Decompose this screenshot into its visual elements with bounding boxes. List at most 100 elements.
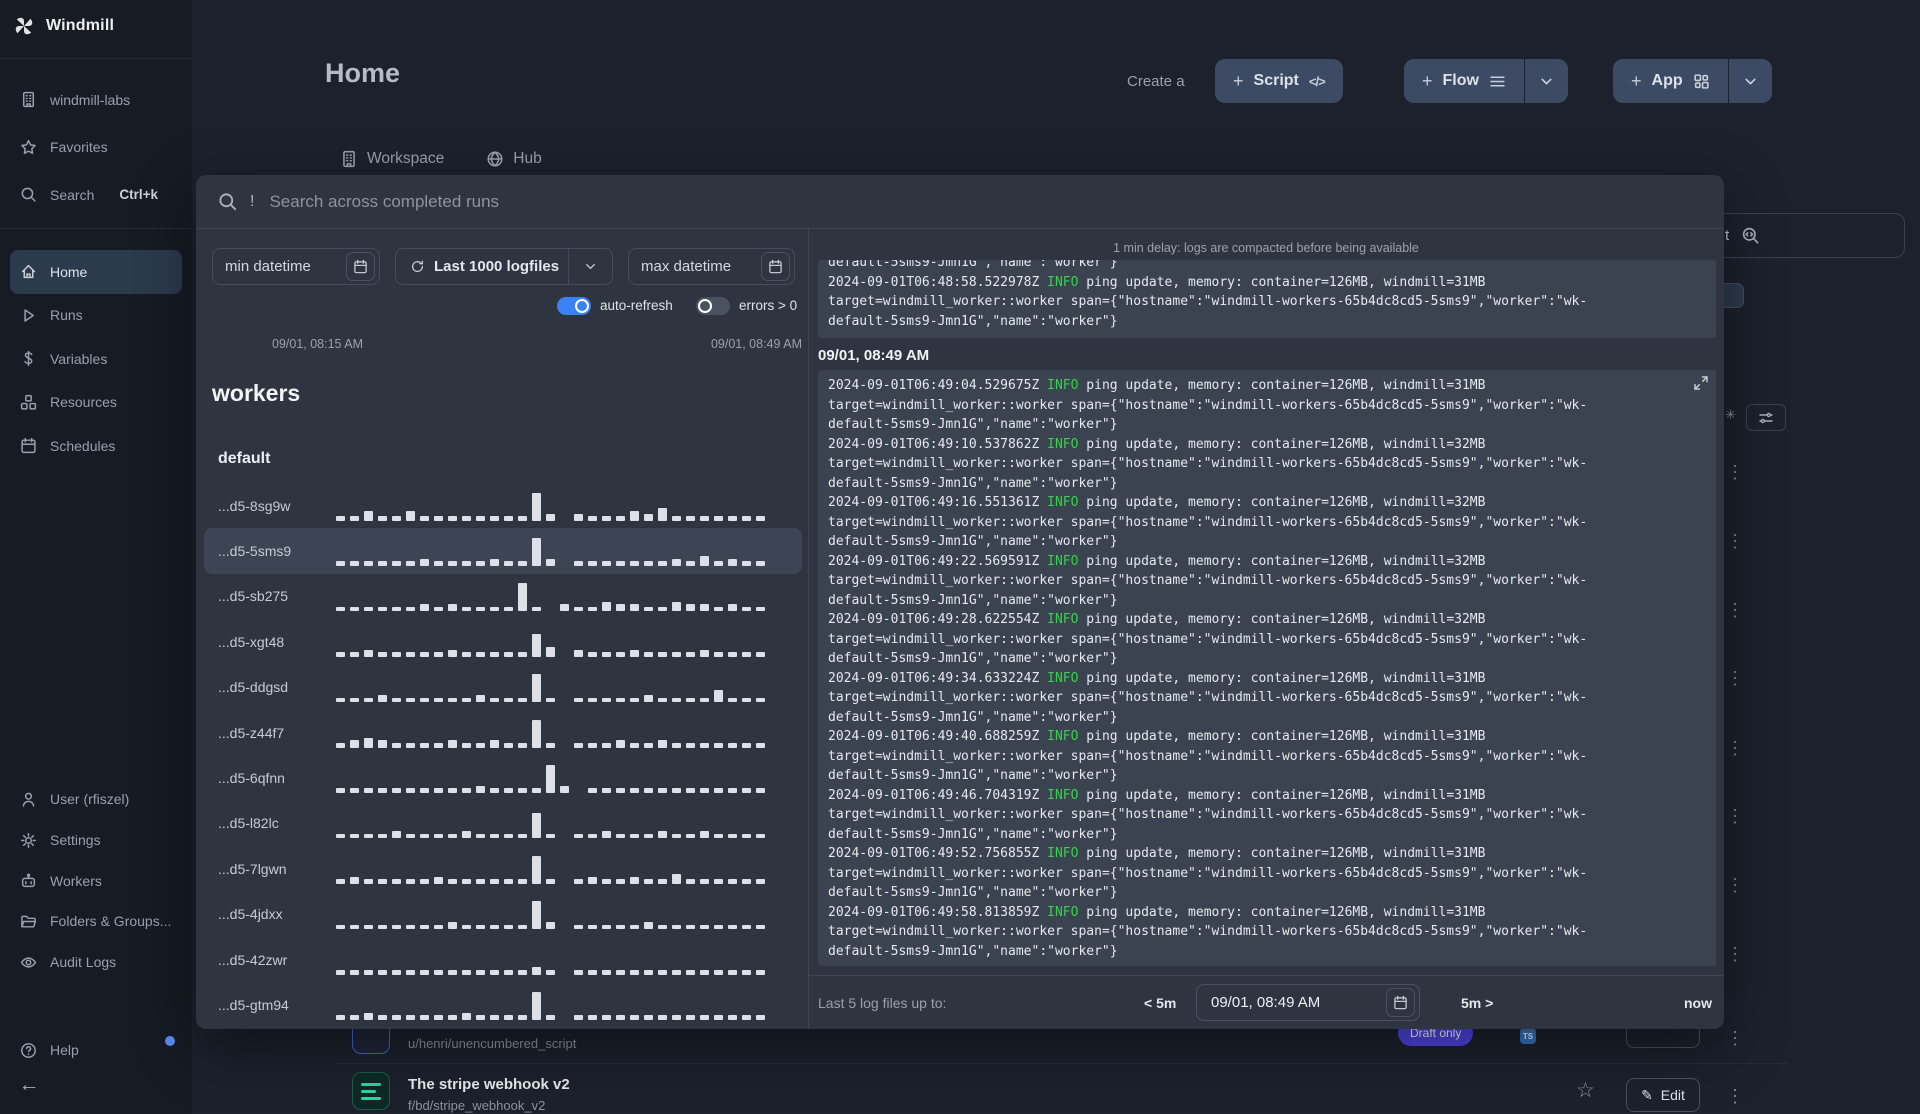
sidebar-item-audit-logs[interactable]: Audit Logs [0, 942, 192, 983]
log-line: 2024-09-01T06:49:34.633224Z INFO ping up… [828, 670, 1486, 686]
sidebar-item-windmill-labs[interactable]: windmill-labs [0, 76, 192, 124]
logfiles-range-dropdown[interactable]: Last 1000 logfiles [395, 248, 613, 285]
row-divider [336, 1063, 1788, 1064]
sidebar-item-label: Schedules [50, 437, 116, 454]
create-app-dropdown-button[interactable] [1727, 59, 1772, 103]
sidebar-item-label: Folders & Groups... [50, 913, 172, 930]
windmill-logo-icon [12, 14, 36, 38]
worker-row[interactable]: ...d5-42zwr [204, 937, 802, 982]
tab-hub[interactable]: Hub [486, 150, 542, 168]
time-range-end: 09/01, 08:49 AM [710, 337, 802, 351]
sidebar-item-home[interactable]: Home [10, 250, 182, 294]
errors-only-toggle[interactable] [696, 297, 730, 315]
sidebar-item-help[interactable]: Help [0, 1029, 192, 1071]
row-menu-button[interactable]: ⋮ [1726, 669, 1744, 687]
worker-name: ...d5-xgt48 [218, 633, 285, 650]
worker-row[interactable]: ...d5-l82lc [204, 801, 802, 846]
expand-icon[interactable] [1693, 375, 1709, 391]
sidebar-item-runs[interactable]: Runs [0, 294, 192, 338]
edit-button[interactable]: ✎ Edit [1626, 1078, 1700, 1112]
create-flow-button[interactable]: + Flow [1404, 59, 1524, 103]
log-line: default-5sms9-Jmn1G","name":"worker"} [828, 651, 1118, 666]
row-menu-button[interactable]: ⋮ [1726, 601, 1744, 619]
help-icon [20, 1042, 37, 1059]
sidebar-item-user-rfiszel[interactable]: User (rfiszel) [0, 779, 192, 820]
folder-icon [20, 913, 37, 930]
worker-row[interactable]: ...d5-ddgsd [204, 665, 802, 710]
calendar-icon[interactable] [346, 252, 375, 281]
worker-activity-sparkline [336, 945, 765, 975]
filter-sliders-button[interactable] [1746, 404, 1786, 431]
tab-workspace[interactable]: Workspace [340, 150, 444, 168]
create-script-label: Script [1253, 72, 1299, 89]
create-script-button[interactable]: + Script </> [1215, 59, 1343, 103]
create-app-button[interactable]: + App [1613, 59, 1728, 103]
sidebar-item-settings[interactable]: Settings [0, 820, 192, 861]
favorite-star-icon[interactable]: ☆ [1576, 1078, 1595, 1103]
create-script-button-group: + Script </> [1215, 59, 1343, 103]
auto-refresh-toggle[interactable] [557, 297, 591, 315]
worker-row[interactable]: ...d5-5sms9 [204, 528, 802, 574]
search-code-icon [1742, 227, 1759, 244]
sidebar-item-label: Audit Logs [50, 954, 117, 971]
range-dropdown-chevron[interactable] [568, 249, 612, 284]
sidebar-item-schedules[interactable]: Schedules [0, 424, 192, 468]
worker-row[interactable]: ...d5-sb275 [204, 574, 802, 619]
sidebar-item-variables[interactable]: Variables [0, 337, 192, 381]
calendar-icon[interactable] [1386, 988, 1415, 1017]
sidebar-item-favorites[interactable]: Favorites [0, 124, 192, 172]
log-delay-note: 1 min delay: logs are compacted before b… [1113, 241, 1419, 255]
create-flow-dropdown-button[interactable] [1523, 59, 1568, 103]
worker-row[interactable]: ...d5-7lgwn [204, 846, 802, 891]
notification-dot [165, 1036, 175, 1046]
min-datetime-input[interactable]: min datetime [212, 248, 380, 285]
row-menu-button[interactable]: ⋮ [1726, 1029, 1744, 1047]
worker-name: ...d5-6qfnn [218, 770, 285, 787]
log-line: default-5sms9-Jmn1G","name":"worker"} [828, 768, 1118, 783]
now-button[interactable]: now [1684, 995, 1712, 1011]
forward-5m-button[interactable]: 5m > [1461, 995, 1493, 1011]
time-range-start: 09/01, 08:15 AM [272, 337, 364, 351]
log-line: 2024-09-01T06:49:28.622554Z INFO ping up… [828, 612, 1486, 627]
worker-activity-sparkline [336, 491, 765, 521]
row-menu-button[interactable]: ⋮ [1726, 807, 1744, 825]
sidebar-item-workers[interactable]: Workers [0, 860, 192, 901]
sidebar-item-label: Home [50, 263, 88, 280]
log-line: default-5sms9-Jmn1G","name":"worker"} [828, 943, 1118, 959]
worker-row[interactable]: ...d5-4jdxx [204, 892, 802, 937]
log-datetime-input[interactable]: 09/01, 08:49 AM [1196, 984, 1420, 1021]
chevron-down-icon [1541, 78, 1552, 85]
row-menu-button[interactable]: ⋮ [1726, 739, 1744, 757]
collapse-sidebar-button[interactable]: ← [14, 1070, 44, 1100]
log-line: default-5sms9-Jmn1G","name":"worker"} [828, 417, 1118, 432]
log-line: 2024-09-01T06:48:58.522978Z INFO ping up… [828, 274, 1486, 290]
worker-name: ...d5-gtm94 [218, 996, 289, 1013]
row-menu-button[interactable]: ⋮ [1726, 463, 1744, 481]
worker-row[interactable]: ...d5-8sg9w [204, 483, 802, 528]
back-5m-button[interactable]: < 5m [1144, 995, 1176, 1011]
worker-activity-sparkline [336, 672, 765, 703]
max-datetime-input[interactable]: max datetime [628, 248, 795, 285]
worker-row[interactable]: ...d5-xgt48 [204, 619, 802, 664]
worker-row[interactable]: ...d5-6qfnn [204, 755, 802, 800]
sidebar-item-search[interactable]: Search Ctrl+k [0, 171, 192, 219]
dollar-icon [20, 350, 37, 367]
row-menu-button[interactable]: ⋮ [1726, 876, 1744, 894]
row-menu-button[interactable]: ⋮ [1726, 945, 1744, 963]
worker-name: ...d5-z44f7 [218, 724, 285, 741]
worker-row[interactable]: ...d5-z44f7 [204, 710, 802, 755]
script-title: The stripe webhook v2 [408, 1076, 570, 1093]
completed-runs-search-input[interactable] [267, 190, 1724, 213]
calendar-icon[interactable] [761, 252, 790, 281]
worker-row[interactable]: ...d5-gtm94 [204, 982, 802, 1027]
log-line: default-5sms9-Jmn1G","name":"worker"} [828, 313, 1118, 329]
tab-workspace-label: Workspace [367, 150, 445, 167]
create-app-button-group: + App [1613, 59, 1772, 103]
worker-name: ...d5-42zwr [218, 951, 288, 968]
sidebar-item-label: Runs [50, 307, 83, 324]
sidebar-item-resources[interactable]: Resources [0, 381, 192, 425]
row-menu-button[interactable]: ⋮ [1726, 532, 1744, 550]
row-menu-button[interactable]: ⋮ [1726, 1087, 1744, 1105]
sidebar-item-folders-groups[interactable]: Folders & Groups... [0, 901, 192, 942]
brand[interactable]: Windmill [12, 9, 114, 43]
